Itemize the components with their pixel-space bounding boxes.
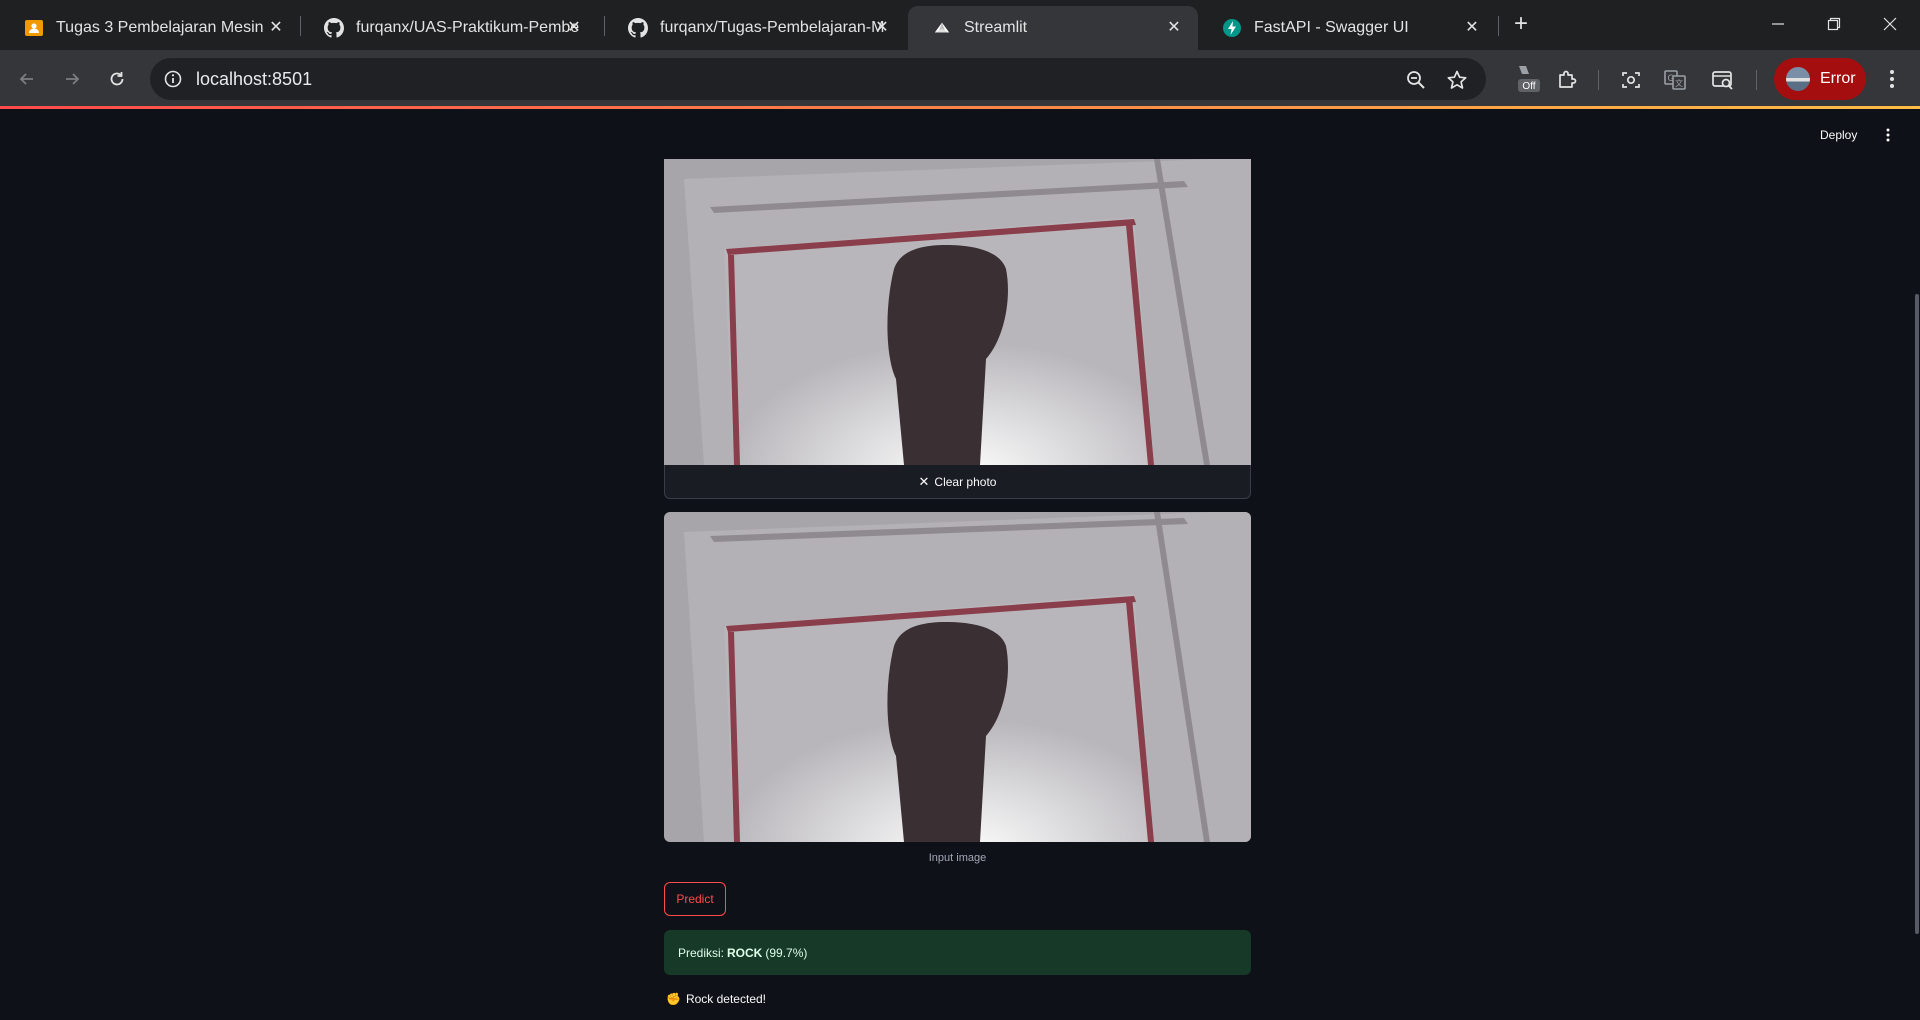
url-text: localhost:8501 bbox=[196, 69, 313, 89]
bookmark-star-icon[interactable] bbox=[1445, 68, 1469, 92]
svg-text:Off: Off bbox=[1522, 81, 1535, 92]
input-image bbox=[664, 512, 1251, 842]
fastapi-icon bbox=[1222, 18, 1242, 38]
image-caption: Input image bbox=[928, 852, 987, 864]
close-icon: ✕ bbox=[918, 473, 930, 489]
classroom-icon bbox=[24, 18, 44, 38]
tab-streamlit[interactable]: Streamlit ✕ bbox=[908, 6, 1198, 50]
close-window-icon bbox=[1883, 17, 1897, 31]
browser-menu-icon[interactable] bbox=[1880, 67, 1904, 91]
prediction-confidence: (99.7%) bbox=[765, 945, 808, 960]
search-tab-icon[interactable] bbox=[1710, 67, 1736, 93]
clear-photo-label: Clear photo bbox=[934, 474, 997, 489]
toolbar-separator bbox=[1598, 70, 1599, 90]
extension-off-icon[interactable]: Off bbox=[1512, 62, 1542, 96]
translate-icon[interactable]: G文 bbox=[1662, 67, 1688, 93]
browser-toolbar: localhost:8501 Off G文 Error bbox=[0, 50, 1920, 108]
new-tab-button[interactable]: + bbox=[1508, 12, 1534, 38]
fist-icon: ✊ bbox=[666, 992, 681, 1006]
close-icon[interactable]: ✕ bbox=[266, 18, 286, 38]
app-menu-icon[interactable] bbox=[1880, 127, 1896, 143]
minimize-icon bbox=[1772, 23, 1784, 25]
github-icon bbox=[324, 18, 344, 38]
tab-title: Streamlit bbox=[964, 19, 1028, 36]
tab-title: furqanx/Tugas-Pembelajaran-M bbox=[660, 19, 885, 36]
restore-icon bbox=[1827, 17, 1841, 31]
profile-status-label: Error bbox=[1820, 70, 1856, 87]
address-bar[interactable]: localhost:8501 bbox=[150, 58, 1486, 100]
tab-separator bbox=[1498, 16, 1499, 36]
restore-button[interactable] bbox=[1816, 8, 1852, 40]
close-icon[interactable]: ✕ bbox=[564, 18, 584, 38]
forward-button[interactable] bbox=[54, 61, 90, 97]
forward-arrow-icon bbox=[66, 73, 80, 85]
close-icon[interactable]: ✕ bbox=[872, 18, 892, 38]
tab-fastapi[interactable]: FastAPI - Swagger UI ✕ bbox=[1198, 6, 1496, 50]
detection-message: ✊ Rock detected! bbox=[666, 992, 766, 1006]
tab-tugas-3[interactable]: Tugas 3 Pembelajaran Mesin ✕ bbox=[0, 6, 300, 50]
zoom-icon[interactable] bbox=[1404, 68, 1428, 92]
toolbar-separator bbox=[1756, 70, 1757, 90]
streamlit-icon bbox=[932, 18, 952, 38]
tab-title: FastAPI - Swagger UI bbox=[1254, 19, 1409, 36]
minimize-button[interactable] bbox=[1760, 8, 1796, 40]
prediction-success-alert: Prediksi: ROCK (99.7%) bbox=[664, 930, 1251, 975]
extensions-puzzle-icon[interactable] bbox=[1554, 67, 1580, 93]
tab-strip: Tugas 3 Pembelajaran Mesin ✕ furqanx/UAS… bbox=[0, 0, 1920, 50]
avatar bbox=[1786, 67, 1810, 91]
predict-button[interactable]: Predict bbox=[664, 882, 726, 916]
tab-title: furqanx/UAS-Praktikum-Pembe bbox=[356, 19, 580, 36]
reload-button[interactable] bbox=[99, 61, 135, 97]
tab-uas-praktikum[interactable]: furqanx/UAS-Praktikum-Pembe ✕ bbox=[300, 6, 598, 50]
site-info-icon[interactable] bbox=[162, 68, 184, 90]
detection-text: Rock detected! bbox=[685, 992, 766, 1006]
clear-photo-button[interactable]: ✕ Clear photo bbox=[664, 465, 1251, 499]
close-window-button[interactable] bbox=[1872, 8, 1908, 40]
screenshot-icon[interactable] bbox=[1618, 67, 1644, 93]
close-icon[interactable]: ✕ bbox=[1164, 18, 1184, 38]
profile-button[interactable]: Error bbox=[1774, 58, 1866, 100]
github-icon bbox=[628, 18, 648, 38]
back-button[interactable] bbox=[9, 61, 45, 97]
back-arrow-icon bbox=[19, 73, 33, 85]
prediction-prefix: Prediksi: bbox=[678, 945, 725, 960]
scrollbar-thumb[interactable] bbox=[1915, 294, 1919, 934]
prediction-class: ROCK bbox=[727, 945, 763, 960]
deploy-button[interactable]: Deploy bbox=[1820, 128, 1857, 142]
camera-photo bbox=[664, 159, 1251, 465]
streamlit-page: Deploy ✕ Clear photo Input image Predict… bbox=[0, 109, 1920, 1020]
reload-icon bbox=[110, 72, 124, 86]
svg-text:文: 文 bbox=[1675, 78, 1683, 88]
tab-tugas-pembelajaran[interactable]: furqanx/Tugas-Pembelajaran-M ✕ bbox=[604, 6, 906, 50]
tab-title: Tugas 3 Pembelajaran Mesin bbox=[56, 19, 264, 36]
close-icon[interactable]: ✕ bbox=[1462, 18, 1482, 38]
